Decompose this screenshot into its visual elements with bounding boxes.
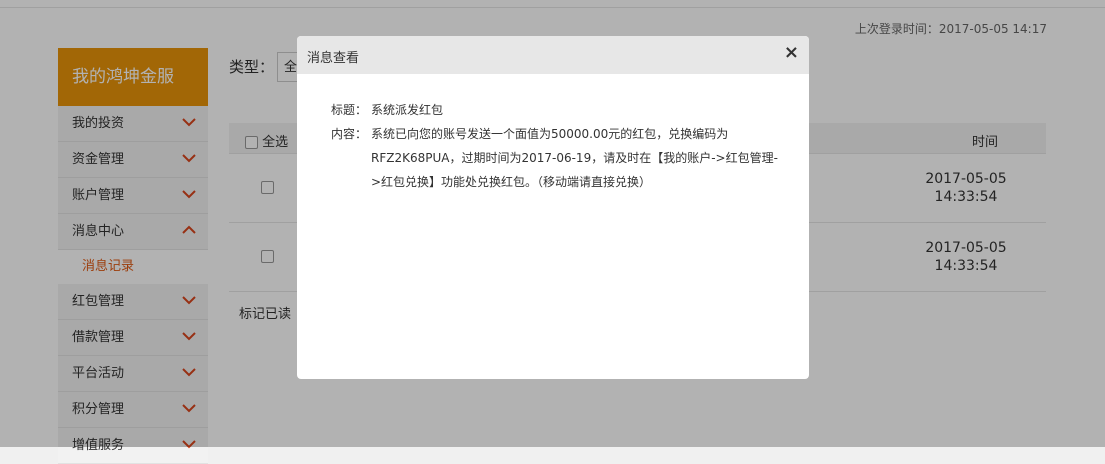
subject-label: 标题： <box>331 103 368 117</box>
message-view-dialog: 消息查看 × 标题： 系统派发红包 内容： 系统已向您的账号发送一个面值为500… <box>297 36 809 379</box>
dialog-body: 标题： 系统派发红包 内容： 系统已向您的账号发送一个面值为50000.00元的… <box>331 98 781 194</box>
content-label: 内容： <box>331 127 368 141</box>
subject-value: 系统派发红包 <box>371 103 444 117</box>
close-icon[interactable]: × <box>784 42 799 63</box>
content-field: 内容： 系统已向您的账号发送一个面值为50000.00元的红包，兑换编码为RFZ… <box>331 122 781 194</box>
content-value: 系统已向您的账号发送一个面值为50000.00元的红包，兑换编码为RFZ2K68… <box>371 127 778 189</box>
dialog-title: 消息查看 <box>307 51 360 66</box>
dialog-header: 消息查看 × <box>297 36 809 74</box>
subject-field: 标题： 系统派发红包 <box>331 98 781 122</box>
